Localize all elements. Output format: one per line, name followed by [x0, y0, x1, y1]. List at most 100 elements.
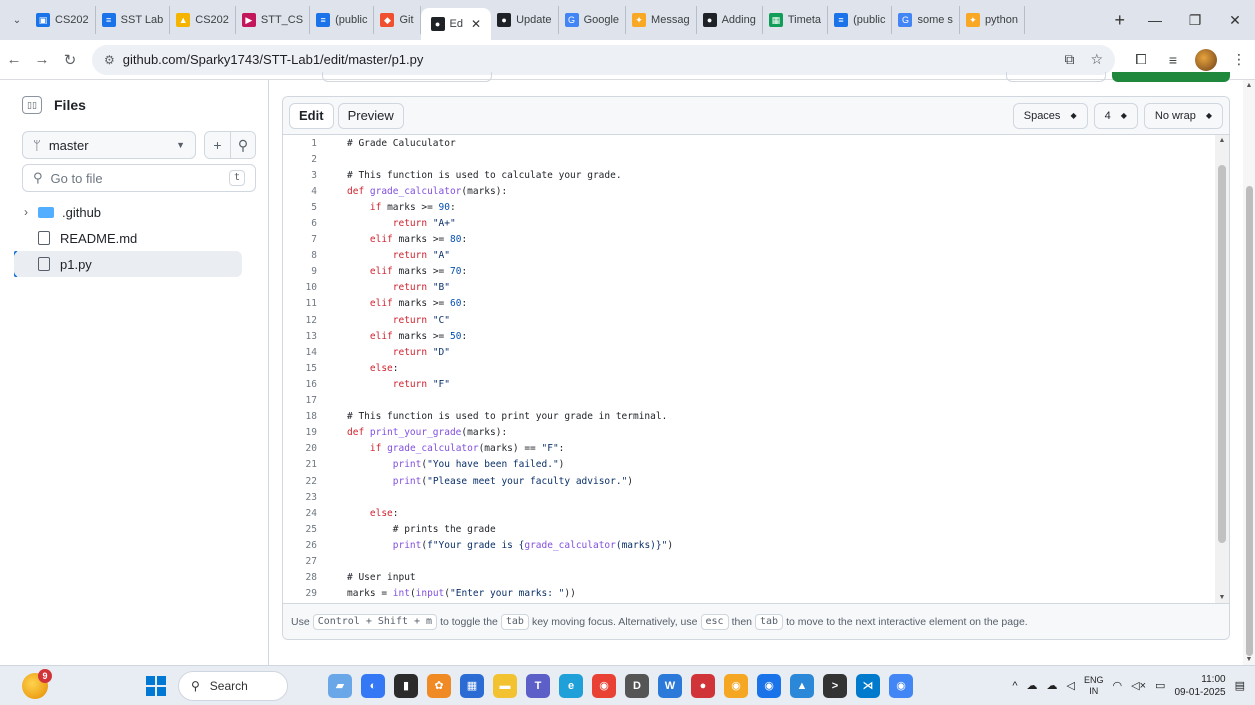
clock[interactable]: 11:00 09-01-2025 [1174, 673, 1225, 699]
code-line[interactable]: 26 print(f"Your grade is {grade_calculat… [283, 537, 1217, 553]
browser-tab[interactable]: ● Update [491, 6, 559, 34]
indent-mode-select[interactable]: Spaces ◆ [1012, 102, 1088, 129]
code-line[interactable]: 6 return "A+" [283, 215, 1217, 231]
code-line[interactable]: 21 print("You have been failed.") [283, 457, 1217, 473]
scroll-down-icon[interactable]: ▼ [1243, 656, 1255, 663]
edge-icon[interactable]: e [559, 673, 583, 698]
code-line[interactable]: 2 [283, 151, 1217, 167]
notifications-icon[interactable]: ▤ [1235, 679, 1245, 692]
language-indicator[interactable]: ENG IN [1084, 675, 1104, 697]
profile-avatar[interactable] [1195, 48, 1217, 71]
cloud-icon[interactable]: ☁ [1047, 679, 1058, 692]
code-line[interactable]: 4 def grade_calculator(marks): [283, 183, 1217, 199]
location-icon[interactable]: ◁ [1067, 679, 1075, 692]
wrap-mode-select[interactable]: No wrap ◆ [1143, 102, 1223, 129]
code-line[interactable]: 16 return "F" [283, 376, 1217, 392]
scroll-up-icon[interactable]: ▲ [1243, 82, 1255, 89]
code-line[interactable]: 8 return "A" [283, 248, 1217, 264]
code-line[interactable]: 13 elif marks >= 50: [283, 328, 1217, 344]
install-app-icon[interactable]: ⧉ [1064, 51, 1074, 68]
tab-preview[interactable]: Preview [337, 102, 404, 129]
minimize-icon[interactable]: — [1135, 12, 1175, 28]
code-line[interactable]: 22 print("Please meet your faculty advis… [283, 473, 1217, 489]
browser-tab[interactable]: ≡ (public [828, 6, 893, 34]
collapse-sidebar-icon[interactable]: ▯▯ [22, 96, 42, 114]
chrome-dev-icon[interactable]: ◉ [757, 673, 781, 698]
url-text[interactable]: github.com/Sparky1743/STT-Lab1/edit/mast… [123, 52, 424, 67]
page-scrollbar[interactable]: ▲ ▼ [1243, 80, 1255, 665]
commit-changes-button[interactable] [1112, 72, 1230, 82]
file-tree-item[interactable]: p1.py [14, 251, 242, 277]
code-line[interactable]: 23 [283, 489, 1217, 505]
code-line[interactable]: 14 return "D" [283, 344, 1217, 360]
forward-icon[interactable]: → [28, 51, 56, 68]
indent-size-select[interactable]: 4 ◆ [1093, 102, 1138, 129]
file-tree-item[interactable]: README.md [14, 225, 242, 251]
paint-icon[interactable]: ✿ [427, 673, 451, 698]
address-bar[interactable]: ⚙ github.com/Sparky1743/STT-Lab1/edit/ma… [92, 44, 1115, 75]
explorer-icon[interactable]: ▬ [493, 673, 517, 698]
cancel-changes-button[interactable] [1006, 72, 1106, 82]
browser-tab[interactable]: ≡ (public [310, 6, 375, 34]
taskbar-search[interactable]: ⚲ Search [178, 670, 288, 701]
code-line[interactable]: 27 [283, 553, 1217, 569]
copilot-icon[interactable]: ◐ [361, 673, 385, 698]
page-scroll-thumb[interactable] [1246, 186, 1253, 656]
battery-icon[interactable]: ▭ [1155, 679, 1165, 692]
chevron-up-icon[interactable]: ^ [1012, 680, 1017, 692]
browser-tab[interactable]: Gsome s [892, 6, 960, 34]
new-tab-button[interactable]: + [1104, 10, 1135, 31]
branch-selector[interactable]: ᛘ master ▼ [22, 131, 196, 159]
browser-tab[interactable]: ▣ CS202 [30, 6, 96, 34]
chrome-canary-icon[interactable]: ◉ [724, 673, 748, 698]
reload-icon[interactable]: ↻ [56, 51, 84, 69]
go-to-file-input[interactable]: ⚲ Go to file t [22, 164, 256, 192]
file-tree-item[interactable]: › .github [14, 199, 242, 225]
bookmark-star-icon[interactable]: ☆ [1090, 51, 1103, 68]
scroll-down-icon[interactable]: ▼ [1215, 594, 1229, 601]
code-line[interactable]: 12 return "C" [283, 312, 1217, 328]
tab-edit[interactable]: Edit [289, 102, 334, 129]
code-line[interactable]: 25 # prints the grade [283, 521, 1217, 537]
close-window-icon[interactable]: ✕ [1215, 12, 1255, 29]
browser-tab[interactable]: G Google [559, 6, 627, 34]
code-line[interactable]: 17 [283, 393, 1217, 409]
code-line[interactable]: 24 else: [283, 505, 1217, 521]
dell-icon[interactable]: D [625, 673, 649, 698]
code-line[interactable]: 11 elif marks >= 60: [283, 296, 1217, 312]
store-icon[interactable]: ▦ [460, 673, 484, 698]
editor-scroll-thumb[interactable] [1218, 165, 1226, 543]
back-icon[interactable]: ← [0, 51, 28, 68]
browser-tab[interactable]: ◆ Git [374, 6, 421, 34]
onedrive-icon[interactable]: ☁ [1027, 679, 1038, 692]
code-line[interactable]: 3 # This function is used to calculate yo… [283, 167, 1217, 183]
add-file-icon[interactable]: + [205, 132, 230, 158]
record-icon[interactable]: ● [691, 673, 715, 698]
chrome2-icon[interactable]: ◉ [889, 673, 913, 698]
browser-tab[interactable]: ● Adding [697, 6, 763, 34]
photos-icon[interactable]: ▰ [328, 673, 352, 698]
browser-tab[interactable]: ▶ STT_CS [236, 6, 311, 34]
word-icon[interactable]: W [658, 673, 682, 698]
code-text-area[interactable]: 1 # Grade Caluculator 2 3 # This function is… [283, 135, 1217, 603]
maximize-icon[interactable]: ❐ [1175, 12, 1215, 29]
browser-tab[interactable]: ✦ Messag [626, 6, 697, 34]
code-line[interactable]: 28 # User input [283, 570, 1217, 586]
wifi-icon[interactable]: ◠ [1113, 679, 1123, 692]
chevron-right-icon[interactable]: › [24, 205, 38, 219]
browser-tab[interactable]: ▲ CS202 [170, 6, 236, 34]
browser-tab[interactable]: ≡ SST Lab [96, 6, 171, 34]
photos2-icon[interactable]: ▲ [790, 673, 814, 698]
site-info-icon[interactable]: ⚙ [104, 53, 115, 67]
scroll-up-icon[interactable]: ▲ [1215, 137, 1229, 144]
weather-widget-icon[interactable]: 9 [22, 668, 52, 699]
close-tab-icon[interactable]: ✕ [471, 17, 481, 31]
browser-menu-icon[interactable]: ⋮ [1223, 51, 1255, 68]
code-line[interactable]: 19 def print_your_grade(marks): [283, 425, 1217, 441]
terminal2-icon[interactable]: > [823, 673, 847, 698]
volume-icon[interactable]: ◁× [1131, 679, 1146, 692]
browser-tab[interactable]: ▦ Timeta [763, 6, 829, 34]
browser-tab[interactable]: ✦ python [960, 6, 1025, 34]
extensions-icon[interactable]: ⧠ [1125, 51, 1157, 68]
chrome-icon[interactable]: ◉ [592, 673, 616, 698]
